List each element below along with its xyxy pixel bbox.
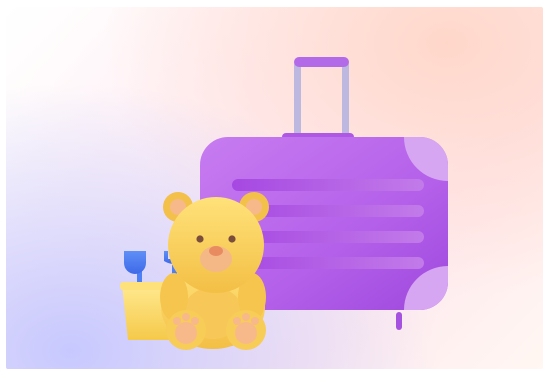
- suitcase-handle: [282, 57, 354, 142]
- illustration-scene: [6, 7, 543, 369]
- travel-illustration: [120, 57, 448, 350]
- teddy-bear: [160, 192, 269, 350]
